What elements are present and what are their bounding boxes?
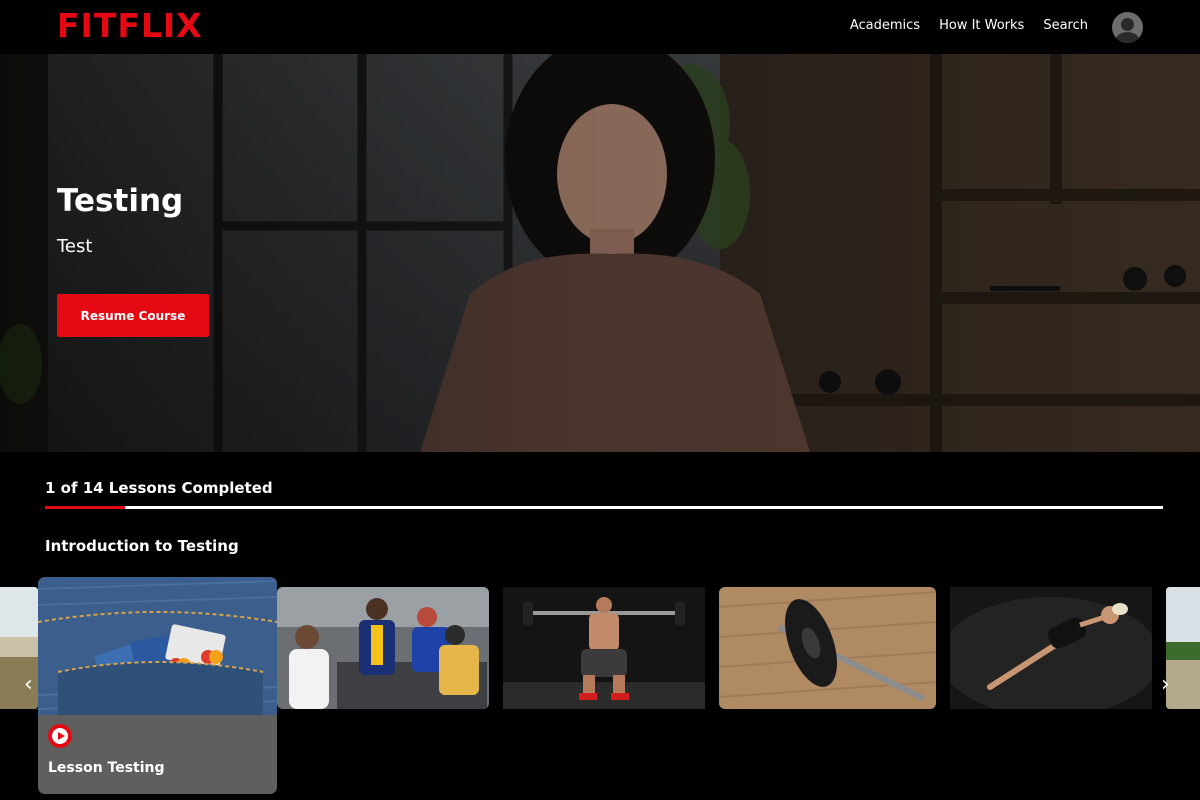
lessons-completed-label: 1 of 14 Lessons Completed [45,479,273,497]
module-title: Introduction to Testing [45,537,239,555]
course-progress-bar [45,506,1163,509]
lesson-card[interactable] [950,587,1152,709]
lesson-thumbnail [1166,587,1200,709]
play-icon[interactable] [48,724,72,748]
course-title: Testing [57,183,184,219]
avatar-body [1115,32,1140,43]
nav-search[interactable]: Search [1043,18,1088,33]
lesson-card[interactable] [277,587,489,709]
nav-how-it-works[interactable]: How It Works [939,18,1024,33]
lesson-thumbnail [503,587,705,709]
lesson-card-next[interactable] [1166,587,1200,709]
top-navigation: FITFLIX Academics How It Works Search [0,0,1200,54]
carousel-prev-icon[interactable]: ‹ [24,672,33,697]
course-subtitle: Test [57,236,93,257]
lesson-thumbnail [277,587,489,709]
play-icon-ring [52,728,68,744]
carousel-next-icon[interactable]: › [1161,672,1170,697]
fitflix-logo[interactable]: FITFLIX [57,6,203,45]
lesson-card[interactable] [503,587,705,709]
lesson-card-active[interactable]: Lesson Testing [38,577,277,794]
user-avatar[interactable] [1112,12,1143,43]
course-hero: Testing Test Resume Course [0,54,1200,452]
resume-course-button[interactable]: Resume Course [57,294,209,337]
lesson-thumbnail [719,587,936,709]
course-progress-fill [45,506,125,509]
play-triangle [58,732,65,740]
main-nav: Academics How It Works Search [850,18,1088,33]
lesson-card[interactable] [719,587,936,709]
lesson-title: Lesson Testing [48,760,165,776]
lesson-thumbnail [38,577,277,715]
lesson-thumbnail [950,587,1152,709]
hero-background-image [0,54,1200,452]
nav-academics[interactable]: Academics [850,18,920,33]
avatar-head [1121,18,1134,31]
